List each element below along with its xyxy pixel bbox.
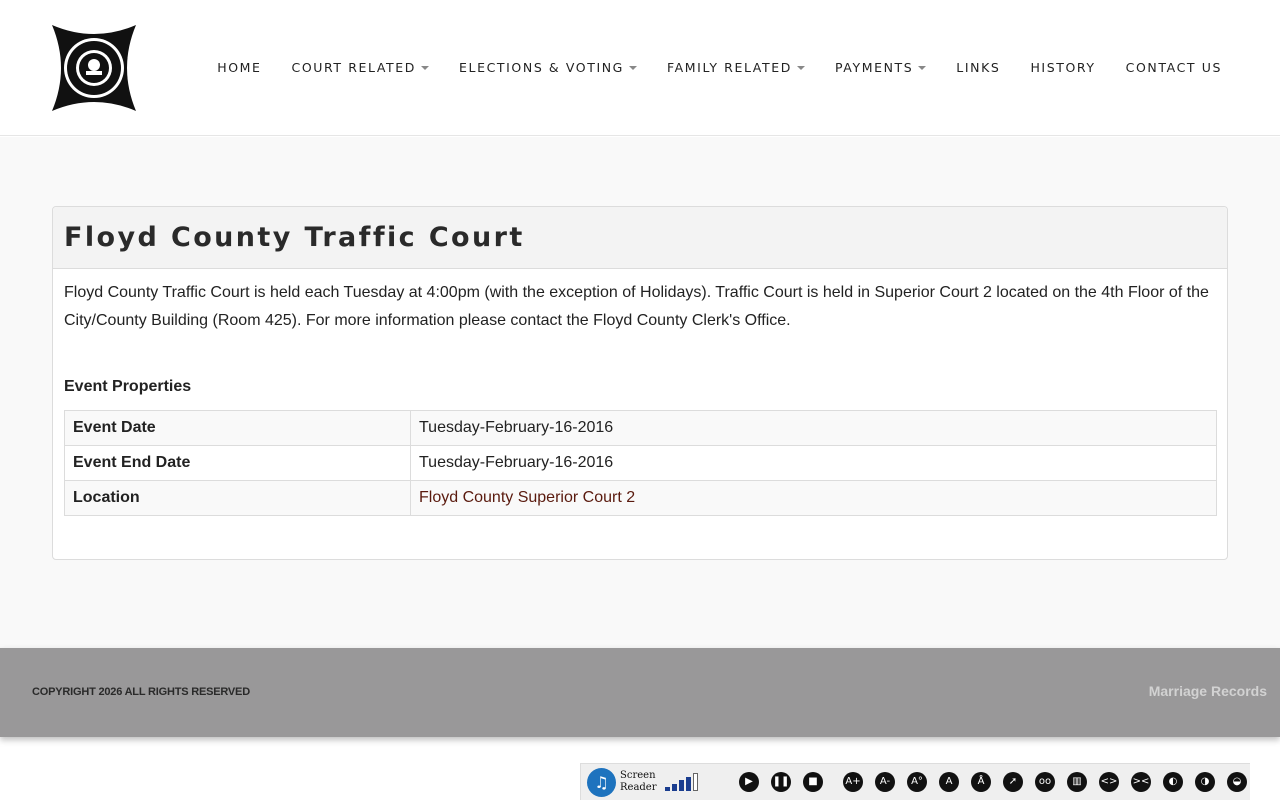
nav-contact-us[interactable]: CONTACT US <box>1126 60 1222 75</box>
reading-mode-icon[interactable]: ▥ <box>1067 772 1087 792</box>
main-nav: HOME COURT RELATED ELECTIONS & VOTING FA… <box>217 60 1222 75</box>
property-key: Location <box>64 480 411 516</box>
site-header: HOME COURT RELATED ELECTIONS & VOTING FA… <box>0 0 1280 136</box>
font-icon[interactable]: A <box>939 772 959 792</box>
volume-bar <box>672 783 677 791</box>
caret-down-icon <box>421 65 430 70</box>
nav-family-related[interactable]: FAMILY RELATED <box>667 60 805 75</box>
shrink-spacing-icon[interactable]: >< <box>1131 772 1151 792</box>
property-value: Tuesday-February-16-2016 <box>410 410 1217 446</box>
event-properties-table: Event Date Tuesday-February-16-2016 Even… <box>64 410 1217 516</box>
caret-down-icon <box>918 65 927 70</box>
decrease-text-icon[interactable]: A- <box>875 772 895 792</box>
volume-bar <box>693 773 698 791</box>
property-value: Floyd County Superior Court 2 <box>410 480 1217 516</box>
reset-text-icon[interactable]: A° <box>907 772 927 792</box>
nav-links[interactable]: LINKS <box>956 60 1000 75</box>
caret-down-icon <box>628 65 637 70</box>
expand-spacing-icon[interactable]: <> <box>1099 772 1119 792</box>
nav-elections-voting[interactable]: ELECTIONS & VOTING <box>459 60 637 75</box>
volume-bar <box>679 780 684 791</box>
table-row: Event Date Tuesday-February-16-2016 <box>64 410 1217 446</box>
property-key: Event Date <box>64 410 411 446</box>
location-link[interactable]: Floyd County Superior Court 2 <box>419 489 635 506</box>
invert-colors-icon[interactable]: ◒ <box>1227 772 1247 792</box>
grayscale-icon[interactable]: ◑ <box>1195 772 1215 792</box>
cursor-icon[interactable]: ➚ <box>1003 772 1023 792</box>
marriage-records-link[interactable]: Marriage Records <box>1149 683 1267 699</box>
screen-reader-toolbar: ♫ Screen Reader ▶ ❚❚ ■ A+ A- A° A Å ➚ oo ▥ <> >< ◐ ◑ ◒ <box>580 763 1250 800</box>
stop-icon[interactable]: ■ <box>803 772 823 792</box>
nav-history[interactable]: HISTORY <box>1030 60 1095 75</box>
table-row: Location Floyd County Superior Court 2 <box>64 480 1217 516</box>
volume-bar <box>665 787 670 791</box>
screen-reader-label: Screen Reader <box>620 770 657 793</box>
main-content: Floyd County Traffic Court Floyd County … <box>0 137 1280 648</box>
nav-court-related[interactable]: COURT RELATED <box>292 60 430 75</box>
play-icon[interactable]: ▶ <box>739 772 759 792</box>
county-seal-logo[interactable] <box>52 25 136 111</box>
nav-payments[interactable]: PAYMENTS <box>835 60 927 75</box>
contrast-icon[interactable]: ◐ <box>1163 772 1183 792</box>
site-footer: COPYRIGHT 2026 ALL RIGHTS RESERVED Marri… <box>0 648 1280 737</box>
property-value: Tuesday-February-16-2016 <box>410 445 1217 481</box>
table-row: Event End Date Tuesday-February-16-2016 <box>64 445 1217 481</box>
dyslexic-font-icon[interactable]: Å <box>971 772 991 792</box>
event-properties-heading: Event Properties <box>64 378 192 395</box>
volume-bar <box>686 776 691 791</box>
copyright-text: COPYRIGHT 2026 ALL RIGHTS RESERVED <box>32 686 250 698</box>
page-title: Floyd County Traffic Court <box>64 222 525 253</box>
property-key: Event End Date <box>64 445 411 481</box>
increase-text-icon[interactable]: A+ <box>843 772 863 792</box>
pause-icon[interactable]: ❚❚ <box>771 772 791 792</box>
event-panel: Floyd County Traffic Court Floyd County … <box>52 206 1228 560</box>
panel-header: Floyd County Traffic Court <box>53 207 1227 269</box>
volume-control[interactable] <box>665 773 698 791</box>
caret-down-icon <box>796 65 805 70</box>
nav-home[interactable]: HOME <box>217 60 261 75</box>
reading-glasses-icon[interactable]: oo <box>1035 772 1055 792</box>
ear-icon[interactable]: ♫ <box>587 768 616 797</box>
event-description: Floyd County Traffic Court is held each … <box>64 284 1209 329</box>
